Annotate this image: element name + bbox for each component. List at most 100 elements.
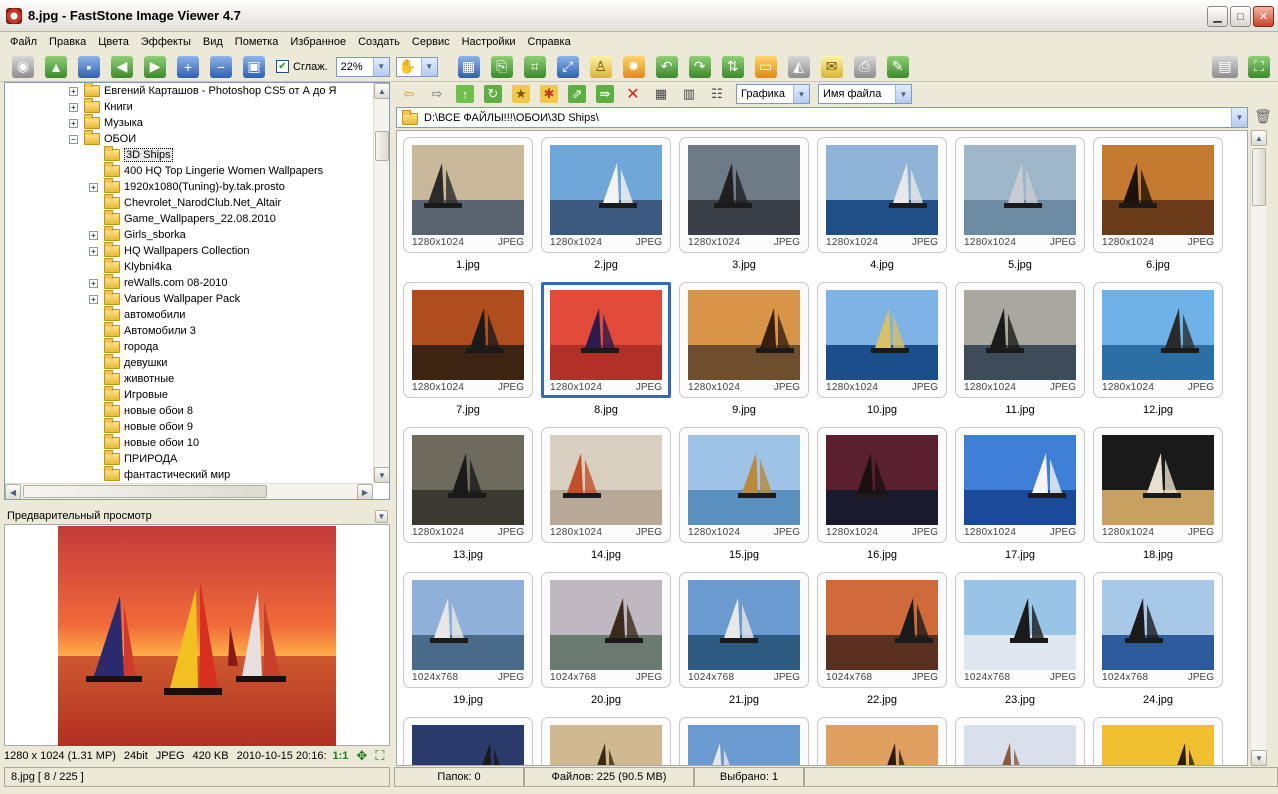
scroll-up-button[interactable]: ▲ [374,83,389,99]
stamp-button[interactable]: ♙ [589,55,612,78]
tree-item[interactable]: новые обои 8 [89,402,193,419]
thumbnail-view-button[interactable]: ▦ [652,85,670,103]
menu-edit[interactable]: Правка [43,32,92,52]
thumbnail-card[interactable]: 1280x1024 JPEG [403,427,533,543]
thumbnail-card[interactable]: 1280x1024 JPEG [541,427,671,543]
details-view-button[interactable]: ☷ [708,85,726,103]
menu-effects[interactable]: Эффекты [135,32,197,52]
tree-item[interactable]: фантастический мир [89,466,230,483]
smooth-checkbox-wrap[interactable]: ✔ Сглаж. [276,60,328,73]
thumbnail-filename[interactable]: 15.jpg [679,549,809,561]
expand-icon[interactable]: + [69,102,78,112]
thumbnail-card[interactable] [955,717,1085,766]
thumbnail-filename[interactable]: 14.jpg [541,549,671,561]
thumbnail-card[interactable]: 1280x1024 JPEG [955,282,1085,398]
thumbnail-card[interactable] [1093,717,1223,765]
scroll-right-button[interactable]: ▶ [357,484,373,499]
thumbnail-card[interactable]: 1280x1024 JPEG [1093,427,1223,543]
thumbnail-card[interactable]: 1280x1024 JPEG [541,282,671,398]
filter-combo[interactable]: Графика ▼ [736,84,810,104]
thumbnail-card[interactable]: 1280x1024 JPEG [817,427,947,543]
zoom-in-button[interactable]: + [177,55,199,78]
tree-item[interactable]: 3D Ships [89,146,173,163]
layout-button[interactable]: ▤ [1212,55,1238,78]
expand-icon[interactable]: + [89,246,98,256]
menu-view[interactable]: Вид [197,32,229,52]
thumbnail-image[interactable] [1102,290,1214,380]
thumbnail-image[interactable] [964,290,1076,380]
thumbnail-image[interactable] [826,435,938,525]
scroll-left-button[interactable]: ◀ [5,484,21,499]
thumbnail-card[interactable]: 1024x768 JPEG [1093,572,1223,688]
settings-button[interactable]: ✎ [886,55,909,78]
thumbnail-image[interactable] [550,580,662,670]
maximize-button[interactable]: □ [1230,6,1251,27]
menu-file[interactable]: Файл [4,32,43,52]
expand-icon[interactable]: + [69,86,78,96]
thumbnail-image[interactable] [1102,145,1214,235]
resize-button[interactable]: ⤢ [556,55,579,78]
up-folder-button[interactable]: ↑ [456,85,474,103]
tree-item[interactable]: 400 HQ Top Lingerie Women Wallpapers [89,162,323,179]
thumbnail-image[interactable] [412,580,524,670]
preview-collapse-button[interactable]: ▼ [375,509,388,523]
thumbnail-card[interactable]: 1280x1024 JPEG [955,427,1085,543]
thumbnail-filename[interactable]: 8.jpg [541,404,671,416]
refresh-button[interactable]: ↻ [484,85,502,103]
tree-item[interactable]: новые обои 10 [89,434,199,451]
info-ratio[interactable]: 1:1 [333,750,349,762]
tree-item[interactable]: новые обои 9 [89,418,193,435]
thumbnail-filename[interactable]: 23.jpg [955,694,1085,706]
menu-create[interactable]: Создать [352,32,406,52]
tree-item[interactable]: Klybni4ka [89,258,172,275]
thumbnail-card[interactable]: 1280x1024 JPEG [403,137,533,253]
thumbnail-image[interactable] [412,145,524,235]
tree-item[interactable]: города [89,338,158,355]
thumbnail-filename[interactable]: 20.jpg [541,694,671,706]
thumbnail-image[interactable] [412,290,524,380]
thumbnail-image[interactable] [688,290,800,380]
expand-icon[interactable]: + [89,278,98,288]
thumbnail-image[interactable] [688,725,800,766]
expand-icon[interactable]: + [69,118,78,128]
tree-item[interactable]: автомобили [89,306,185,323]
thumbnail-image[interactable] [688,435,800,525]
grid-scrollbar[interactable]: ▲ ▼ [1250,130,1267,766]
actual-size-button[interactable]: ▣ [243,55,265,78]
tree-item[interactable]: + Girls_sborka [89,226,186,243]
minimize-button[interactable]: ▁ [1207,6,1228,27]
menu-colors[interactable]: Цвета [92,32,135,52]
scroll-thumb[interactable] [375,131,389,161]
thumbnail-card[interactable]: 1280x1024 JPEG [1093,137,1223,253]
folder-tree[interactable]: + Евгений Карташов - Photoshop CS5 от А д… [4,82,390,500]
sort-combo[interactable]: Имя файла ▼ [818,84,912,104]
favorites-button[interactable]: ★ [512,85,530,103]
thumbnail-image[interactable] [964,435,1076,525]
thumbnail-card[interactable]: 1280x1024 JPEG [817,282,947,398]
tree-item[interactable]: Игровые [89,386,168,403]
thumbnail-image[interactable] [550,145,662,235]
tree-item[interactable]: девушки [89,354,167,371]
thumbnail-card[interactable]: 1024x768 JPEG [679,572,809,688]
thumbnail-image[interactable] [688,145,800,235]
thumbnail-card[interactable]: 1280x1024 JPEG [403,282,533,398]
thumbnail-filename[interactable]: 1.jpg [403,259,533,271]
tree-item[interactable]: Game_Wallpapers_22.08.2010 [89,210,276,227]
thumbnail-filename[interactable]: 6.jpg [1093,259,1223,271]
scroll-thumb[interactable] [1252,148,1266,206]
thumbnail-card[interactable]: 1280x1024 JPEG [679,282,809,398]
zoom-out-button[interactable]: − [210,55,232,78]
fit-icon[interactable]: ✥ [356,748,367,764]
expand-icon[interactable]: + [89,294,98,304]
tree-item[interactable]: + Книги [69,98,133,115]
tree-item[interactable]: ПРИРОДА [89,450,177,467]
thumbnail-image[interactable] [964,725,1076,766]
flip-button[interactable]: ⇅ [721,55,744,78]
email-button[interactable]: ✉ [820,55,843,78]
thumbnail-image[interactable] [550,725,662,766]
rotate-right-button[interactable]: ↷ [688,55,711,78]
thumbnail-filename[interactable]: 4.jpg [817,259,947,271]
thumbnail-card[interactable]: 1024x768 JPEG [541,572,671,688]
filmstrip-button[interactable]: ▦ [457,55,480,78]
thumbnail-image[interactable] [412,725,524,766]
